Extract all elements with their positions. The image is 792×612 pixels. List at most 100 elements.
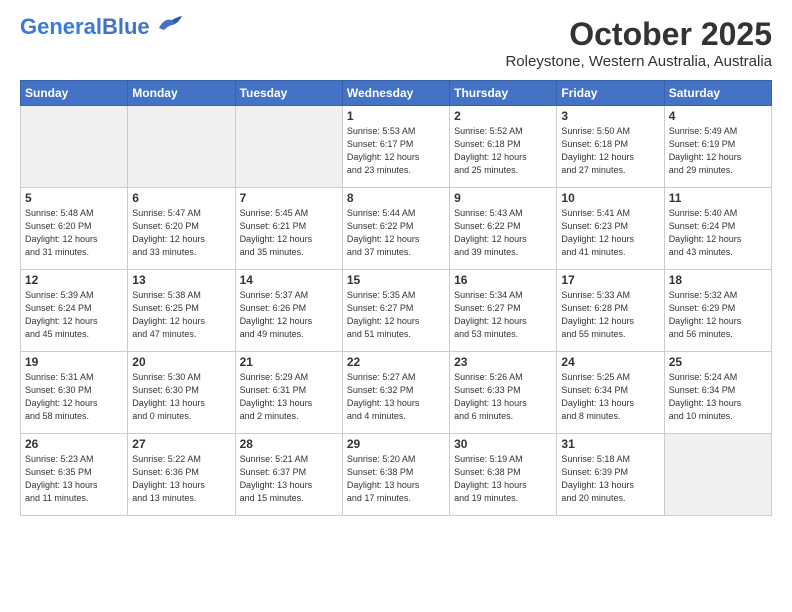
day-number: 5 — [25, 191, 123, 205]
calendar-cell: 5 Sunrise: 5:48 AM Sunset: 6:20 PM Daylig… — [21, 188, 128, 270]
column-header-sunday: Sunday — [21, 81, 128, 106]
calendar-week-row: 12 Sunrise: 5:39 AM Sunset: 6:24 PM Dayli… — [21, 270, 772, 352]
calendar-cell: 13 Sunrise: 5:38 AM Sunset: 6:25 PM Dayli… — [128, 270, 235, 352]
calendar-header-row: SundayMondayTuesdayWednesdayThursdayFrid… — [21, 81, 772, 106]
calendar-cell: 22 Sunrise: 5:27 AM Sunset: 6:32 PM Dayli… — [342, 352, 449, 434]
calendar-cell: 1 Sunrise: 5:53 AM Sunset: 6:17 PM Daylig… — [342, 106, 449, 188]
day-info: Sunrise: 5:39 AM Sunset: 6:24 PM Dayligh… — [25, 289, 123, 341]
day-info: Sunrise: 5:37 AM Sunset: 6:26 PM Dayligh… — [240, 289, 338, 341]
day-info: Sunrise: 5:21 AM Sunset: 6:37 PM Dayligh… — [240, 453, 338, 505]
day-number: 31 — [561, 437, 659, 451]
day-number: 28 — [240, 437, 338, 451]
calendar-cell: 16Sunrise: 5:34 AM Sunset: 6:27 PM Dayli… — [450, 270, 557, 352]
calendar-week-row: 19 Sunrise: 5:31 AM Sunset: 6:30 PM Dayli… — [21, 352, 772, 434]
day-info: Sunrise: 5:40 AM Sunset: 6:24 PM Dayligh… — [669, 207, 767, 259]
day-number: 27 — [132, 437, 230, 451]
column-header-thursday: Thursday — [450, 81, 557, 106]
day-info: Sunrise: 5:52 AM Sunset: 6:18 PM Dayligh… — [454, 125, 552, 177]
calendar-cell: 21 Sunrise: 5:29 AM Sunset: 6:31 PM Dayli… — [235, 352, 342, 434]
day-info: Sunrise: 5:19 AM Sunset: 6:38 PM Dayligh… — [454, 453, 552, 505]
day-number: 22 — [347, 355, 445, 369]
day-info: Sunrise: 5:48 AM Sunset: 6:20 PM Dayligh… — [25, 207, 123, 259]
day-number: 14 — [240, 273, 338, 287]
day-number: 29 — [347, 437, 445, 451]
day-number: 26 — [25, 437, 123, 451]
day-number: 19 — [25, 355, 123, 369]
day-number: 30 — [454, 437, 552, 451]
day-number: 18 — [669, 273, 767, 287]
day-info: Sunrise: 5:23 AM Sunset: 6:35 PM Dayligh… — [25, 453, 123, 505]
day-info: Sunrise: 5:44 AM Sunset: 6:22 PM Dayligh… — [347, 207, 445, 259]
location-subtitle: Roleystone, Western Australia, Australia — [505, 53, 772, 70]
calendar-cell: 31 Sunrise: 5:18 AM Sunset: 6:39 PM Dayli… — [557, 434, 664, 516]
day-info: Sunrise: 5:31 AM Sunset: 6:30 PM Dayligh… — [25, 371, 123, 423]
day-info: Sunrise: 5:41 AM Sunset: 6:23 PM Dayligh… — [561, 207, 659, 259]
day-number: 25 — [669, 355, 767, 369]
calendar-cell: 12 Sunrise: 5:39 AM Sunset: 6:24 PM Dayli… — [21, 270, 128, 352]
logo-text: GeneralBlue — [20, 16, 150, 38]
day-number: 12 — [25, 273, 123, 287]
calendar-cell: 18Sunrise: 5:32 AM Sunset: 6:29 PM Dayli… — [664, 270, 771, 352]
calendar-cell — [664, 434, 771, 516]
day-number: 21 — [240, 355, 338, 369]
day-number: 9 — [454, 191, 552, 205]
column-header-monday: Monday — [128, 81, 235, 106]
day-number: 11 — [669, 191, 767, 205]
calendar-cell: 25 Sunrise: 5:24 AM Sunset: 6:34 PM Dayli… — [664, 352, 771, 434]
calendar-cell: 8Sunrise: 5:44 AM Sunset: 6:22 PM Daylig… — [342, 188, 449, 270]
day-info: Sunrise: 5:18 AM Sunset: 6:39 PM Dayligh… — [561, 453, 659, 505]
day-number: 13 — [132, 273, 230, 287]
calendar-cell: 6 Sunrise: 5:47 AM Sunset: 6:20 PM Daylig… — [128, 188, 235, 270]
column-header-tuesday: Tuesday — [235, 81, 342, 106]
calendar-cell: 10 Sunrise: 5:41 AM Sunset: 6:23 PM Dayli… — [557, 188, 664, 270]
day-info: Sunrise: 5:45 AM Sunset: 6:21 PM Dayligh… — [240, 207, 338, 259]
calendar-cell: 26 Sunrise: 5:23 AM Sunset: 6:35 PM Dayli… — [21, 434, 128, 516]
day-info: Sunrise: 5:30 AM Sunset: 6:30 PM Dayligh… — [132, 371, 230, 423]
day-number: 10 — [561, 191, 659, 205]
calendar-cell: 29Sunrise: 5:20 AM Sunset: 6:38 PM Dayli… — [342, 434, 449, 516]
calendar-cell — [128, 106, 235, 188]
calendar-cell: 4Sunrise: 5:49 AM Sunset: 6:19 PM Daylig… — [664, 106, 771, 188]
calendar-week-row: 5 Sunrise: 5:48 AM Sunset: 6:20 PM Daylig… — [21, 188, 772, 270]
month-title: October 2025 — [505, 16, 772, 53]
day-info: Sunrise: 5:38 AM Sunset: 6:25 PM Dayligh… — [132, 289, 230, 341]
day-number: 15 — [347, 273, 445, 287]
day-number: 3 — [561, 109, 659, 123]
calendar-cell: 20Sunrise: 5:30 AM Sunset: 6:30 PM Dayli… — [128, 352, 235, 434]
day-info: Sunrise: 5:47 AM Sunset: 6:20 PM Dayligh… — [132, 207, 230, 259]
calendar-cell: 17Sunrise: 5:33 AM Sunset: 6:28 PM Dayli… — [557, 270, 664, 352]
column-header-saturday: Saturday — [664, 81, 771, 106]
day-number: 24 — [561, 355, 659, 369]
day-info: Sunrise: 5:43 AM Sunset: 6:22 PM Dayligh… — [454, 207, 552, 259]
calendar-cell: 9 Sunrise: 5:43 AM Sunset: 6:22 PM Daylig… — [450, 188, 557, 270]
column-header-friday: Friday — [557, 81, 664, 106]
day-info: Sunrise: 5:29 AM Sunset: 6:31 PM Dayligh… — [240, 371, 338, 423]
calendar-cell: 15Sunrise: 5:35 AM Sunset: 6:27 PM Dayli… — [342, 270, 449, 352]
title-section: October 2025 Roleystone, Western Austral… — [505, 16, 772, 70]
calendar-cell: 14 Sunrise: 5:37 AM Sunset: 6:26 PM Dayli… — [235, 270, 342, 352]
page-header: GeneralBlue October 2025 Roleystone, Wes… — [20, 16, 772, 70]
day-number: 2 — [454, 109, 552, 123]
calendar-cell: 7 Sunrise: 5:45 AM Sunset: 6:21 PM Daylig… — [235, 188, 342, 270]
calendar-week-row: 1 Sunrise: 5:53 AM Sunset: 6:17 PM Daylig… — [21, 106, 772, 188]
calendar-cell: 11 Sunrise: 5:40 AM Sunset: 6:24 PM Dayli… — [664, 188, 771, 270]
day-info: Sunrise: 5:53 AM Sunset: 6:17 PM Dayligh… — [347, 125, 445, 177]
logo-bird-icon — [154, 14, 184, 34]
day-number: 6 — [132, 191, 230, 205]
calendar-cell: 30 Sunrise: 5:19 AM Sunset: 6:38 PM Dayli… — [450, 434, 557, 516]
calendar-cell: 19 Sunrise: 5:31 AM Sunset: 6:30 PM Dayli… — [21, 352, 128, 434]
day-number: 23 — [454, 355, 552, 369]
day-info: Sunrise: 5:25 AM Sunset: 6:34 PM Dayligh… — [561, 371, 659, 423]
calendar-week-row: 26 Sunrise: 5:23 AM Sunset: 6:35 PM Dayli… — [21, 434, 772, 516]
column-header-wednesday: Wednesday — [342, 81, 449, 106]
day-info: Sunrise: 5:33 AM Sunset: 6:28 PM Dayligh… — [561, 289, 659, 341]
calendar-cell — [235, 106, 342, 188]
day-info: Sunrise: 5:24 AM Sunset: 6:34 PM Dayligh… — [669, 371, 767, 423]
day-info: Sunrise: 5:27 AM Sunset: 6:32 PM Dayligh… — [347, 371, 445, 423]
logo: GeneralBlue — [20, 16, 184, 38]
calendar-cell: 24 Sunrise: 5:25 AM Sunset: 6:34 PM Dayli… — [557, 352, 664, 434]
day-number: 1 — [347, 109, 445, 123]
day-number: 16 — [454, 273, 552, 287]
day-number: 7 — [240, 191, 338, 205]
day-number: 4 — [669, 109, 767, 123]
